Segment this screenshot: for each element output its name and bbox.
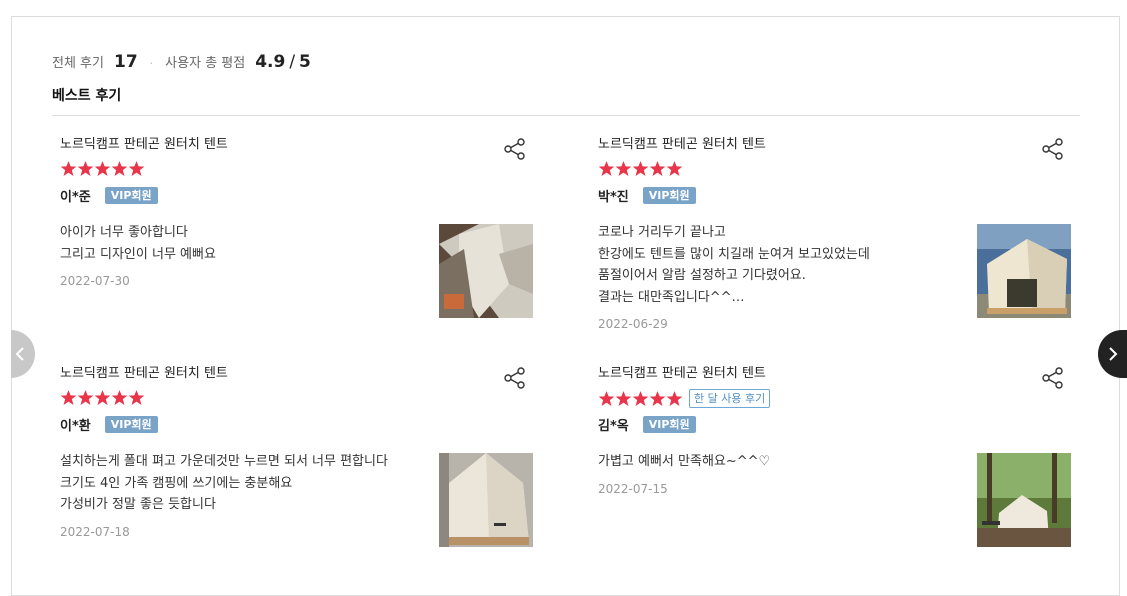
star-icon <box>615 161 632 176</box>
reviewer: 박*진 VIP회원 <box>598 186 696 205</box>
review-date: 2022-07-18 <box>60 524 130 539</box>
review-line: 크기도 4인 가족 캠핑에 쓰기에는 충분해요 <box>60 475 293 491</box>
rating-label: 사용자 총 평점 <box>165 56 246 71</box>
star-icon <box>649 391 666 406</box>
chevron-right-icon <box>1109 347 1118 361</box>
reviewer-name: 박*진 <box>598 190 629 205</box>
review-text: 설치하는게 폴대 펴고 가운데것만 누르면 되서 너무 편합니다 크기도 4인 … <box>60 451 420 543</box>
star-icon <box>94 390 111 405</box>
rating-slash: / <box>289 52 296 72</box>
product-name: 노르딕캠프 판테곤 원터치 텐트 <box>60 366 228 381</box>
star-icon <box>649 161 666 176</box>
star-icon <box>666 161 683 176</box>
vip-badge: VIP회원 <box>642 187 696 204</box>
review-date: 2022-06-29 <box>598 317 668 331</box>
review-date: 2022-07-15 <box>598 481 668 496</box>
star-icon <box>77 390 94 405</box>
product-name: 노르딕캠프 판테곤 원터치 텐트 <box>60 137 228 152</box>
review-card[interactable]: 노르딕캠프 판테곤 원터치 텐트 박*진 VIP회원 코로나 거리두기 끝나고 … <box>590 116 1071 331</box>
review-card[interactable]: 노르딕캠프 판테곤 원터치 텐트 이*준 VIP회원 아이가 너무 좋아합니다 … <box>52 116 533 318</box>
month-use-badge: 한 달 사용 후기 <box>689 389 771 408</box>
best-reviews-title: 베스트 후기 <box>52 88 122 104</box>
review-summary: 전체 후기 17 · 사용자 총 평점 4.9 / 5 <box>52 52 311 72</box>
share-icon[interactable] <box>504 367 526 389</box>
reviewer-name: 이*준 <box>60 190 91 205</box>
star-icon <box>598 391 615 406</box>
review-line: 아이가 너무 좋아합니다 <box>60 225 188 240</box>
total-reviews-count: 17 <box>113 52 138 72</box>
star-rating <box>598 160 683 177</box>
review-text: 아이가 너무 좋아합니다 그리고 디자인이 너무 예뻐요 2022-07-30 <box>60 222 420 293</box>
star-rating: 한 달 사용 후기 <box>598 389 771 408</box>
vip-badge: VIP회원 <box>104 187 158 204</box>
review-text: 코로나 거리두기 끝나고 한강에도 텐트를 많이 치길래 눈여겨 보고있었는데 … <box>598 222 958 336</box>
star-icon <box>60 161 77 176</box>
reviewer: 이*준 VIP회원 <box>60 186 158 205</box>
review-date: 2022-07-30 <box>60 274 130 288</box>
star-icon <box>666 391 683 406</box>
star-icon <box>632 391 649 406</box>
review-card[interactable]: 노르딕캠프 판테곤 원터치 텐트 이*환 VIP회원 설치하는게 폴대 펴고 가… <box>52 345 533 547</box>
reviewer-name: 이*환 <box>60 419 91 434</box>
star-rating <box>60 389 145 406</box>
review-photo[interactable] <box>977 224 1071 318</box>
reviewer-name: 김*옥 <box>598 419 629 434</box>
review-line: 결과는 대만족입니다^^… <box>598 289 745 305</box>
review-line: 품절이어서 알람 설정하고 기다렸어요. <box>598 268 806 283</box>
product-name: 노르딕캠프 판테곤 원터치 텐트 <box>598 137 766 152</box>
chevron-left-icon <box>15 347 24 361</box>
reviewer: 김*옥 VIP회원 <box>598 415 696 434</box>
review-line: 코로나 거리두기 끝나고 <box>598 225 726 240</box>
reviewer: 이*환 VIP회원 <box>60 415 158 434</box>
review-line: 가성비가 정말 좋은 듯합니다 <box>60 497 216 512</box>
review-line: 그리고 디자인이 너무 예뻐요 <box>60 246 216 262</box>
review-text: 가볍고 예뻐서 만족해요~^^♡ 2022-07-15 <box>598 451 958 500</box>
review-photo[interactable] <box>439 453 533 547</box>
rating-value: 4.9 <box>255 52 286 72</box>
share-icon[interactable] <box>1042 138 1064 160</box>
star-icon <box>632 161 649 176</box>
star-icon <box>111 161 128 176</box>
vip-badge: VIP회원 <box>104 416 158 433</box>
review-card[interactable]: 노르딕캠프 판테곤 원터치 텐트 한 달 사용 후기 김*옥 VIP회원 가볍고… <box>590 345 1071 547</box>
total-reviews-label: 전체 후기 <box>52 56 104 71</box>
separator-dot: · <box>149 57 154 70</box>
share-icon[interactable] <box>504 138 526 160</box>
rating-max: 5 <box>299 52 311 72</box>
share-icon[interactable] <box>1042 367 1064 389</box>
review-line: 설치하는게 폴대 펴고 가운데것만 누르면 되서 너무 편합니다 <box>60 454 388 469</box>
star-icon <box>111 390 128 405</box>
star-rating <box>60 160 145 177</box>
star-icon <box>94 161 111 176</box>
review-photo[interactable] <box>977 453 1071 547</box>
star-icon <box>128 161 145 176</box>
star-icon <box>128 390 145 405</box>
star-icon <box>615 391 632 406</box>
star-icon <box>77 161 94 176</box>
product-name: 노르딕캠프 판테곤 원터치 텐트 <box>598 366 766 381</box>
vip-badge: VIP회원 <box>642 416 696 433</box>
star-icon <box>60 390 77 405</box>
review-line: 가볍고 예뻐서 만족해요~^^♡ <box>598 454 771 469</box>
review-photo[interactable] <box>439 224 533 318</box>
review-line: 한강에도 텐트를 많이 치길래 눈여겨 보고있었는데 <box>598 246 870 262</box>
star-icon <box>598 161 615 176</box>
